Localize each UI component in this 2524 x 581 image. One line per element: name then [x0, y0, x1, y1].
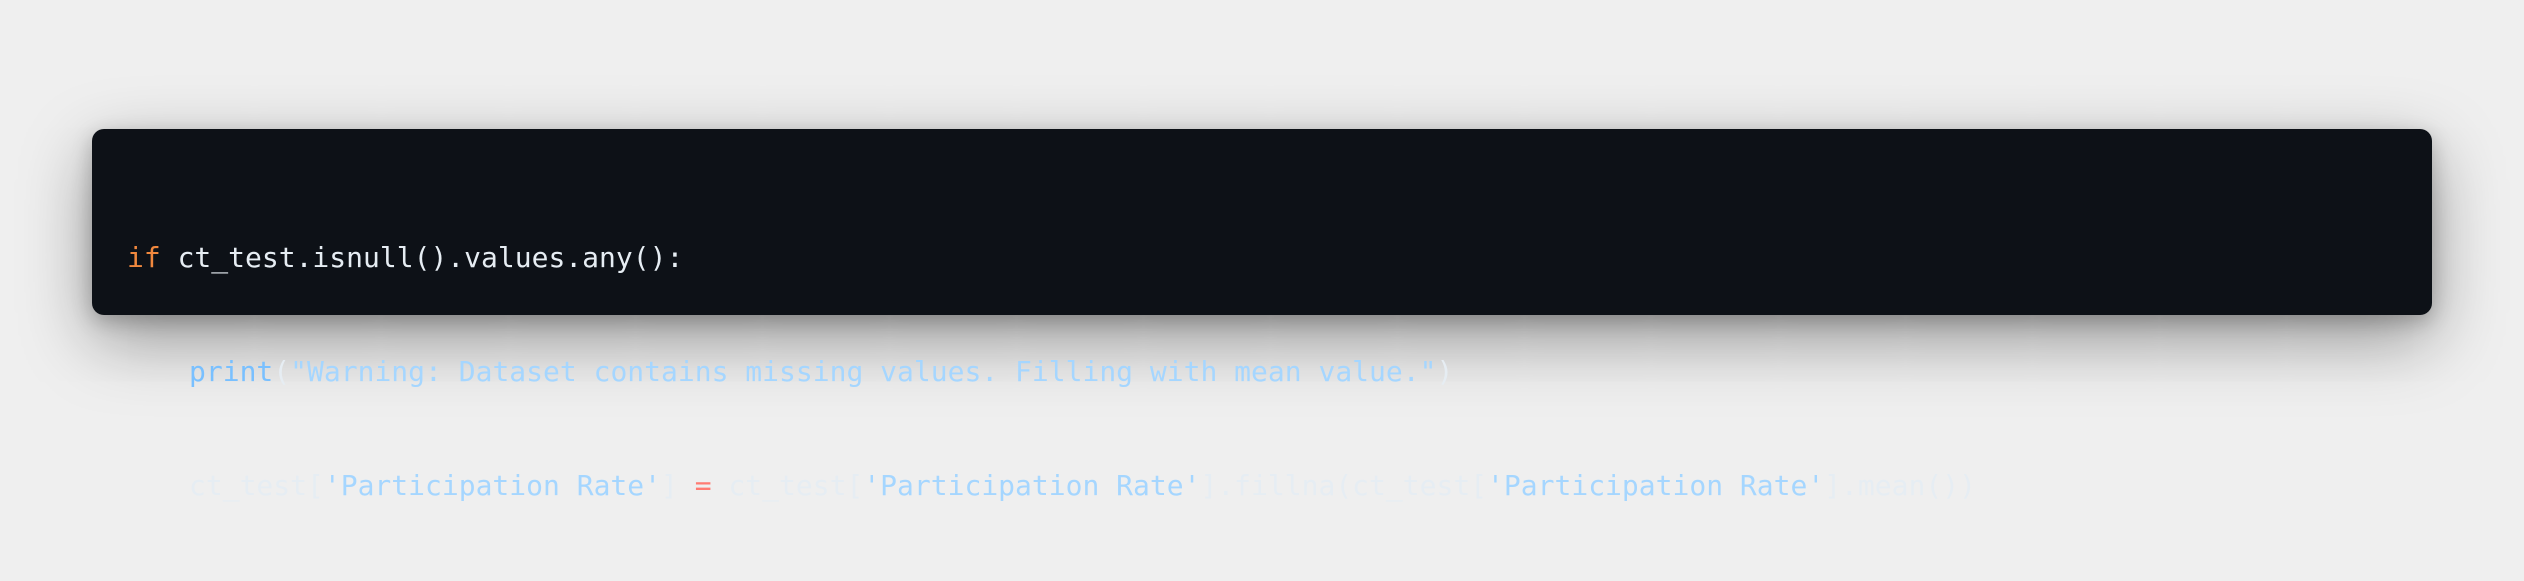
code-fragment: ]	[661, 469, 695, 502]
code-line-3: ct_test['Participation Rate'] = ct_test[…	[127, 467, 2397, 505]
keyword-if: if	[127, 241, 161, 274]
code-line-2: print("Warning: Dataset contains missing…	[127, 353, 2397, 391]
column-string: 'Participation Rate'	[1487, 469, 1825, 502]
code-block: if ct_test.isnull().values.any(): print(…	[92, 129, 2432, 502]
close-paren: )	[1436, 355, 1454, 388]
code-fragment: ct_test[	[189, 469, 324, 502]
column-string: 'Participation Rate'	[323, 469, 662, 502]
warning-string: "Warning: Dataset contains missing value…	[290, 355, 1437, 388]
code-fragment: ].fillna(ct_test[	[1200, 469, 1488, 502]
assignment-operator: =	[694, 469, 712, 502]
open-paren: (	[273, 355, 291, 388]
code-line-1: if ct_test.isnull().values.any():	[127, 239, 2397, 277]
code-content: if ct_test.isnull().values.any(): print(…	[127, 163, 2397, 581]
code-fragment: ct_test[	[711, 469, 864, 502]
column-string: 'Participation Rate'	[863, 469, 1201, 502]
condition-expression: ct_test.isnull().values.any():	[160, 241, 684, 274]
code-fragment: ].mean())	[1824, 469, 1976, 502]
print-function: print	[189, 355, 274, 388]
